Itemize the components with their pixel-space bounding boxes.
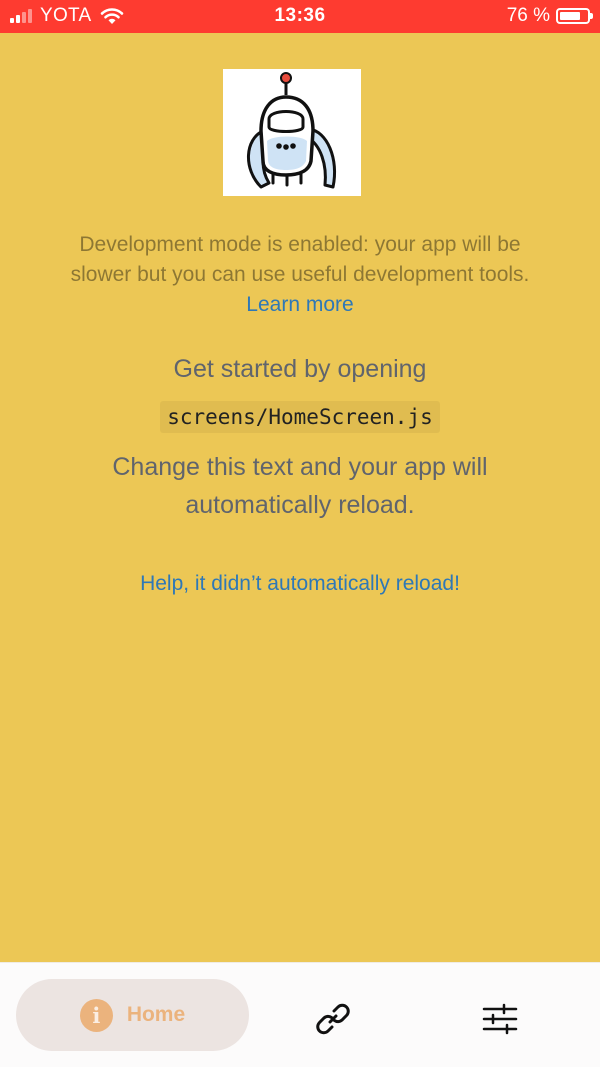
dev-mode-notice: Development mode is enabled: your app wi… (70, 230, 530, 320)
battery-fill (560, 12, 580, 20)
sliders-icon (482, 1003, 518, 1035)
battery-percent: 76 % (506, 5, 550, 26)
battery-icon (556, 8, 593, 24)
dev-mode-text: Development mode is enabled: your app wi… (70, 233, 530, 286)
learn-more-link[interactable]: Learn more (246, 293, 353, 316)
home-screen-content: Development mode is enabled: your app wi… (0, 33, 600, 962)
change-text: Change this text and your app will autom… (112, 453, 488, 519)
code-path: screens/HomeScreen.js (160, 401, 440, 433)
tab-home-label: Home (126, 1003, 186, 1026)
code-path-container: screens/HomeScreen.js (0, 401, 600, 433)
tab-settings[interactable] (472, 991, 528, 1047)
tab-bar: i Home (0, 962, 600, 1067)
tab-home[interactable]: i Home (16, 979, 249, 1051)
link-icon (316, 1003, 350, 1035)
help-link[interactable]: Help, it didn’t automatically reload! (0, 572, 600, 596)
tab-links[interactable] (305, 991, 361, 1047)
status-right: 76 % (506, 5, 593, 27)
info-icon: i (79, 998, 113, 1032)
get-started-text: Get started by opening (173, 355, 427, 383)
robot-mascot-icon (223, 69, 361, 196)
status-bar: YOTA 13:36 76 % (0, 0, 600, 33)
